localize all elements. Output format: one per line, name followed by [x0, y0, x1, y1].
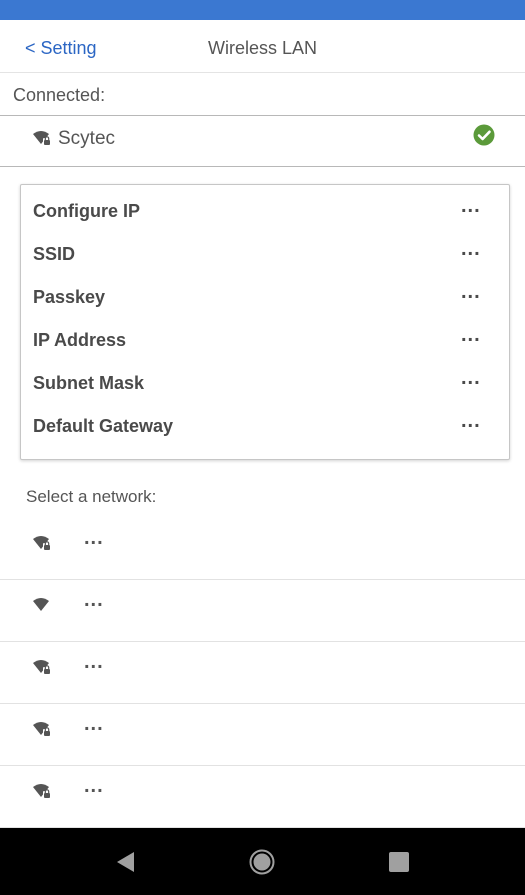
back-icon[interactable]	[114, 850, 136, 874]
configure-ip-label: Configure IP	[33, 201, 140, 221]
wifi-icon	[33, 598, 49, 611]
back-to-setting-link[interactable]: < Setting	[25, 38, 97, 59]
default-gateway-row: Default Gateway ...	[21, 408, 511, 451]
header-bar: < Setting Wireless LAN	[0, 20, 525, 73]
network-list-item[interactable]: ...	[0, 641, 525, 704]
connected-label: Connected:	[13, 85, 106, 105]
wifi-lock-icon	[33, 784, 51, 798]
select-network-label: Select a network:	[26, 487, 157, 506]
passkey-value: ...	[461, 281, 481, 303]
configure-ip-value: ...	[461, 195, 481, 217]
ssid-label: SSID	[33, 244, 76, 264]
connected-section-header: Connected:	[0, 73, 525, 116]
default-gateway-label: Default Gateway	[33, 416, 174, 436]
system-nav-bar	[0, 828, 525, 895]
ssid-row: SSID ...	[21, 236, 511, 279]
network-list-item[interactable]: ...	[0, 765, 525, 828]
ip-address-label: IP Address	[33, 330, 127, 350]
wifi-lock-icon	[33, 536, 51, 550]
network-name: ...	[84, 775, 104, 797]
subnet-mask-row: Subnet Mask ...	[21, 365, 511, 408]
ip-address-value: ...	[461, 324, 481, 346]
network-list-item[interactable]: ...	[0, 517, 525, 580]
configure-ip-row[interactable]: Configure IP ...	[21, 193, 511, 236]
passkey-row: Passkey ...	[21, 279, 511, 322]
connected-network-name: Scytec	[58, 128, 116, 149]
status-bar	[0, 0, 525, 20]
network-name: ...	[84, 651, 104, 673]
wifi-lock-icon	[33, 722, 51, 736]
network-name: ...	[84, 589, 104, 611]
home-icon[interactable]	[249, 849, 275, 875]
wifi-lock-icon	[33, 660, 51, 674]
check-circle-icon	[473, 124, 495, 146]
passkey-label: Passkey	[33, 287, 106, 307]
subnet-mask-label: Subnet Mask	[33, 373, 145, 393]
ip-address-row: IP Address ...	[21, 322, 511, 365]
network-details-card: Configure IP ... SSID ... Passkey ... IP…	[20, 184, 510, 460]
network-name: ...	[84, 527, 104, 549]
wifi-lock-icon	[33, 131, 51, 145]
recents-icon[interactable]	[388, 851, 410, 873]
subnet-mask-value: ...	[461, 367, 481, 389]
default-gateway-value: ...	[461, 410, 481, 432]
connected-network-row[interactable]: Scytec	[0, 116, 525, 167]
network-list-item[interactable]: ...	[0, 579, 525, 642]
ssid-value: ...	[461, 238, 481, 260]
network-name: ...	[84, 713, 104, 735]
network-list-item[interactable]: ...	[0, 703, 525, 766]
